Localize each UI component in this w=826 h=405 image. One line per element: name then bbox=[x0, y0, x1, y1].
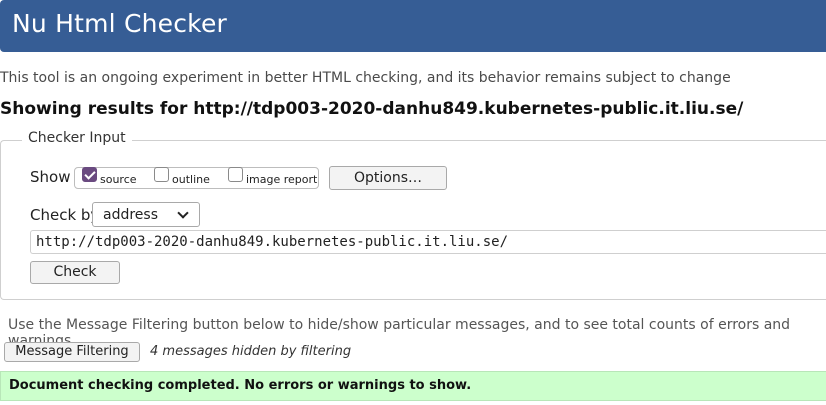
message-filtering-button[interactable]: Message Filtering bbox=[4, 342, 140, 362]
success-banner: Document checking completed. No errors o… bbox=[0, 371, 826, 401]
check-by-selected-value: address bbox=[103, 207, 159, 223]
check-by-label: Check by bbox=[30, 206, 100, 224]
header-bar: Nu Html Checker bbox=[0, 0, 826, 52]
options-button[interactable]: Options… bbox=[329, 166, 447, 190]
source-checkbox[interactable] bbox=[82, 167, 97, 182]
url-input-value: http://tdp003-2020-danhu849.kubernetes-p… bbox=[36, 234, 509, 250]
check-button[interactable]: Check bbox=[30, 261, 120, 284]
checker-input-legend: Checker Input bbox=[22, 130, 132, 146]
success-message: Document checking completed. No errors o… bbox=[9, 378, 472, 393]
show-options-group: source outline image report bbox=[74, 167, 319, 189]
outline-checkbox[interactable] bbox=[154, 167, 169, 182]
image-report-checkbox-label[interactable]: image report bbox=[246, 173, 317, 186]
show-label: Show bbox=[30, 168, 71, 186]
app-title: Nu Html Checker bbox=[12, 9, 228, 38]
outline-checkbox-label[interactable]: outline bbox=[172, 173, 210, 186]
source-checkbox-label[interactable]: source bbox=[100, 173, 137, 186]
tagline: This tool is an ongoing experiment in be… bbox=[0, 70, 731, 86]
chevron-down-icon bbox=[177, 207, 189, 219]
check-by-select[interactable]: address bbox=[92, 202, 200, 227]
url-input[interactable]: http://tdp003-2020-danhu849.kubernetes-p… bbox=[30, 230, 826, 254]
hidden-messages-note: 4 messages hidden by filtering bbox=[150, 344, 352, 359]
image-report-checkbox[interactable] bbox=[228, 167, 243, 182]
results-heading: Showing results for http://tdp003-2020-d… bbox=[0, 99, 744, 119]
